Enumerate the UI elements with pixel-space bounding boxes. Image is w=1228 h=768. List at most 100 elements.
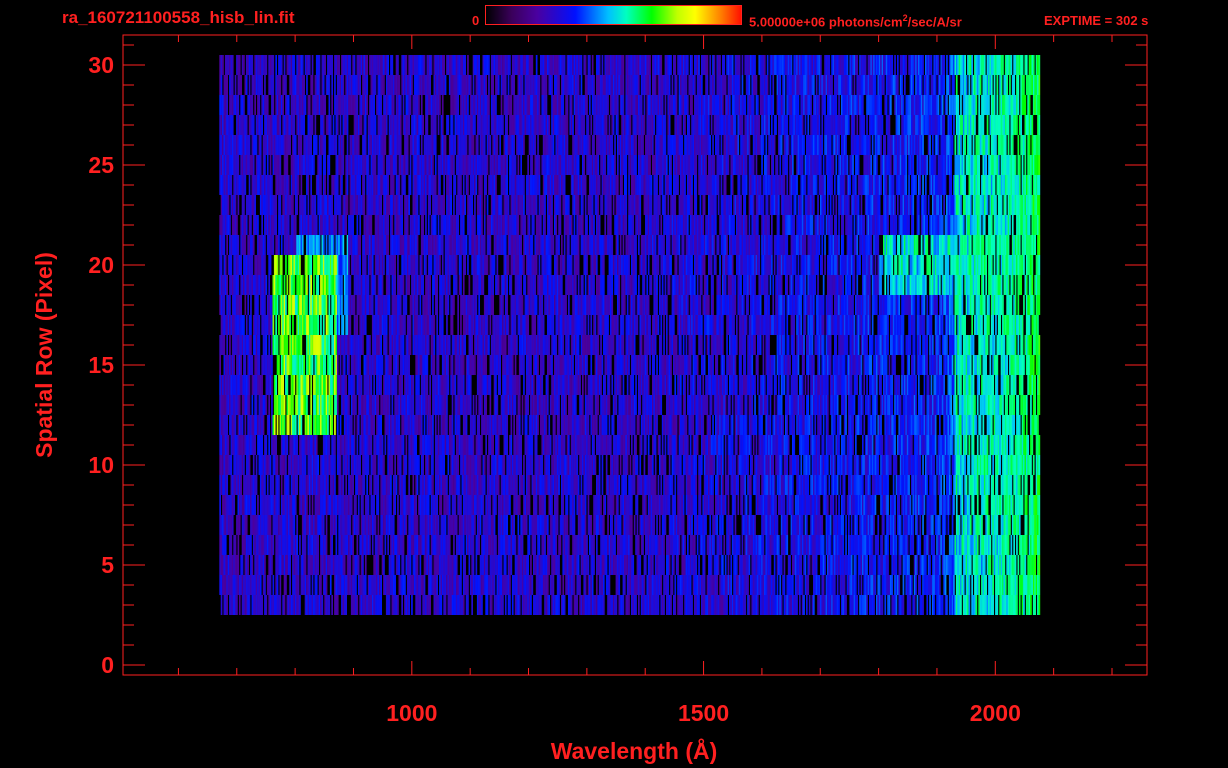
heatmap-cell bbox=[226, 595, 228, 615]
heatmap-cell bbox=[612, 415, 615, 435]
heatmap-cell bbox=[786, 515, 789, 535]
heatmap-cell bbox=[696, 535, 699, 555]
heatmap-cell bbox=[483, 475, 486, 495]
heatmap-cell bbox=[440, 495, 443, 515]
heatmap-cell bbox=[580, 475, 583, 495]
heatmap-cell bbox=[999, 455, 1001, 475]
heatmap-cell bbox=[702, 415, 705, 435]
heatmap-cell bbox=[975, 415, 978, 435]
heatmap-cell bbox=[455, 555, 458, 575]
heatmap-cell bbox=[483, 455, 486, 475]
heatmap-cell bbox=[727, 475, 730, 495]
heatmap-cell bbox=[941, 595, 944, 615]
heatmap-cell bbox=[311, 575, 314, 595]
heatmap-cell bbox=[962, 575, 965, 595]
heatmap-cell bbox=[454, 495, 457, 515]
heatmap-cell bbox=[509, 595, 511, 615]
heatmap-cell bbox=[593, 535, 595, 555]
heatmap-cell bbox=[462, 535, 465, 555]
heatmap-cell bbox=[373, 415, 375, 435]
heatmap-cell bbox=[852, 435, 854, 455]
heatmap-cell bbox=[523, 475, 525, 495]
heatmap-cell bbox=[427, 455, 430, 475]
heatmap-cell bbox=[716, 515, 719, 535]
heatmap-cell bbox=[296, 475, 298, 495]
heatmap-cell bbox=[895, 595, 898, 615]
heatmap-cell bbox=[919, 515, 922, 535]
heatmap-cell bbox=[570, 595, 573, 615]
heatmap-cell bbox=[528, 495, 531, 515]
heatmap-cell bbox=[845, 595, 847, 615]
heatmap-cell bbox=[255, 455, 258, 475]
heatmap-cell bbox=[434, 415, 437, 435]
heatmap-cell bbox=[786, 535, 789, 555]
heatmap-cell bbox=[304, 535, 307, 555]
heatmap-cell bbox=[1013, 535, 1015, 555]
heatmap-cell bbox=[951, 435, 954, 455]
heatmap-cell bbox=[880, 415, 882, 435]
heatmap-cell bbox=[227, 435, 230, 455]
heatmap-cell bbox=[663, 595, 665, 615]
heatmap-cell bbox=[808, 595, 811, 615]
heatmap-cell bbox=[633, 515, 636, 535]
heatmap-cell bbox=[660, 575, 663, 595]
heatmap-cell bbox=[964, 455, 966, 475]
heatmap-cell bbox=[656, 515, 658, 535]
heatmap-cell bbox=[500, 555, 503, 575]
heatmap-cell bbox=[1011, 495, 1014, 515]
heatmap-cell bbox=[518, 595, 521, 615]
heatmap-cell bbox=[925, 555, 927, 575]
heatmap-cell bbox=[806, 595, 808, 615]
heatmap-cell bbox=[353, 435, 356, 455]
heatmap-cell bbox=[1011, 435, 1014, 455]
heatmap-cell bbox=[1037, 415, 1039, 435]
heatmap-cell bbox=[472, 555, 475, 575]
heatmap-cell bbox=[887, 495, 889, 515]
heatmap-cell bbox=[862, 475, 864, 495]
heatmap-cell bbox=[877, 515, 880, 535]
heatmap-cell bbox=[486, 595, 489, 615]
heatmap-cell bbox=[699, 495, 702, 515]
heatmap-cell bbox=[226, 475, 228, 495]
heatmap-cell bbox=[695, 495, 698, 515]
heatmap-cell bbox=[682, 495, 685, 515]
heatmap-cell bbox=[860, 575, 863, 595]
heatmap-cell bbox=[1018, 515, 1021, 535]
heatmap-cell bbox=[432, 455, 434, 475]
heatmap-cell bbox=[294, 495, 297, 515]
heatmap-cell bbox=[405, 515, 408, 535]
heatmap-cell bbox=[1017, 555, 1020, 575]
heatmap-cell bbox=[510, 555, 513, 575]
heatmap-cell bbox=[383, 455, 385, 475]
heatmap-cell bbox=[796, 595, 798, 615]
heatmap-cell bbox=[566, 495, 569, 515]
heatmap-cell bbox=[871, 435, 874, 455]
heatmap-cell bbox=[815, 555, 818, 575]
heatmap-cell bbox=[436, 495, 438, 515]
heatmap-cell bbox=[398, 415, 401, 435]
heatmap-cell bbox=[696, 435, 699, 455]
heatmap-cell bbox=[1018, 595, 1021, 615]
heatmap-cell bbox=[531, 455, 534, 475]
heatmap-cell bbox=[345, 475, 347, 495]
heatmap-cell bbox=[695, 555, 698, 575]
heatmap-cell bbox=[248, 595, 251, 615]
heatmap-cell bbox=[573, 515, 576, 535]
heatmap-cell bbox=[632, 555, 635, 575]
heatmap-cell bbox=[773, 475, 776, 495]
heatmap-cell bbox=[446, 395, 448, 415]
heatmap-cell bbox=[792, 475, 794, 495]
heatmap-cell bbox=[610, 435, 612, 455]
heatmap-cell bbox=[352, 535, 354, 555]
heatmap-cell bbox=[940, 475, 943, 495]
heatmap-cell bbox=[292, 395, 294, 415]
heatmap-cell bbox=[717, 475, 720, 495]
heatmap-cell bbox=[731, 415, 734, 435]
heatmap-cell bbox=[297, 555, 300, 575]
heatmap-cell bbox=[544, 495, 546, 515]
heatmap-cell bbox=[808, 455, 811, 475]
heatmap-cell bbox=[755, 415, 758, 435]
heatmap-cell bbox=[989, 535, 992, 555]
heatmap-cell bbox=[272, 575, 275, 595]
heatmap-cell bbox=[703, 575, 706, 595]
